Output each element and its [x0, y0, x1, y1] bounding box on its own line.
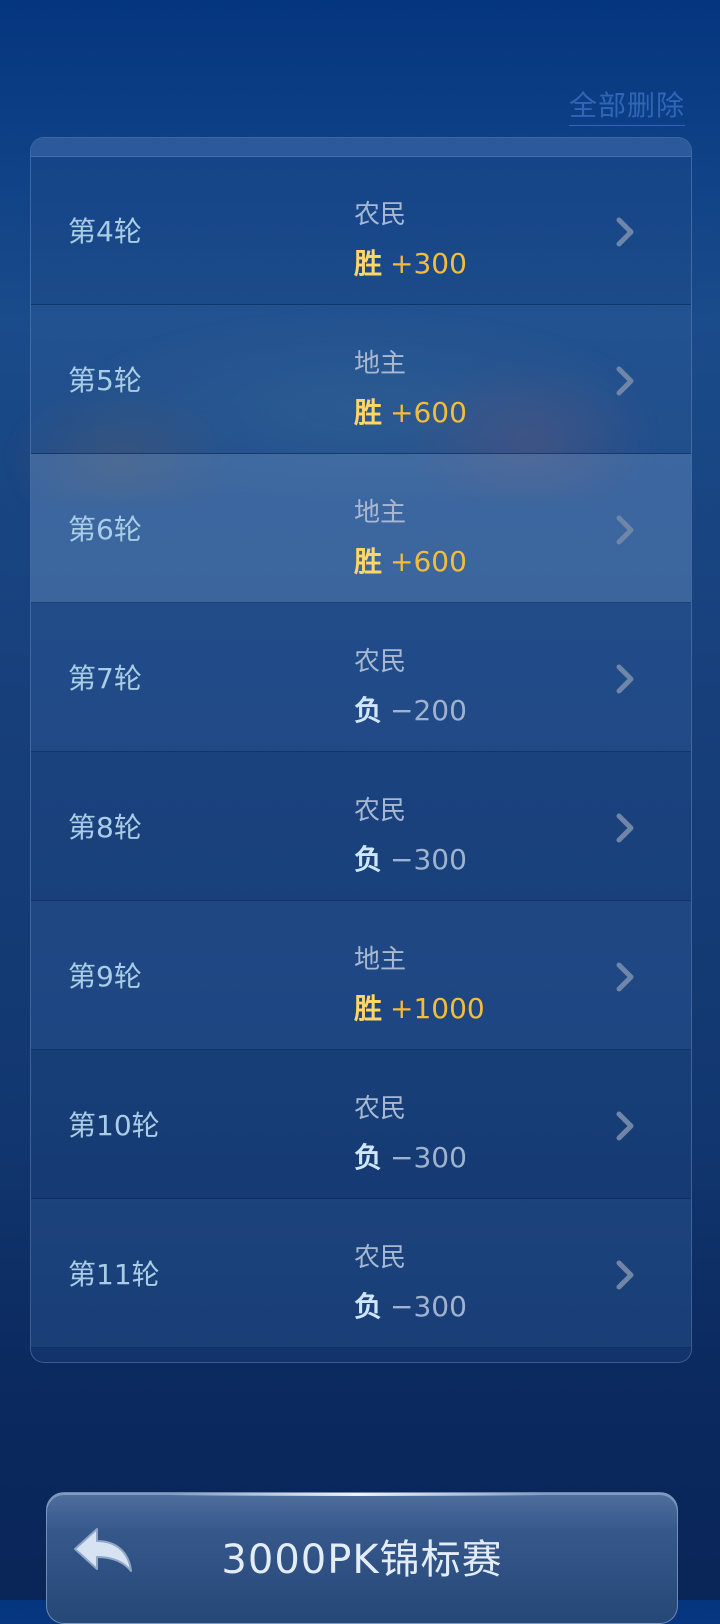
bottom-title-bar: 3000PK锦标赛: [46, 1492, 678, 1624]
result-word: 胜: [354, 396, 383, 429]
score-change: −300: [390, 1290, 467, 1323]
player-role: 农民: [354, 796, 407, 826]
round-number: 第6轮: [68, 513, 142, 546]
chevron-right-icon: [616, 962, 634, 992]
player-role: 地主: [354, 349, 407, 379]
round-result: 负 −300: [354, 1136, 467, 1176]
result-word: 负: [354, 843, 383, 876]
round-number: 第8轮: [68, 811, 142, 844]
round-result: 胜 +600: [354, 540, 467, 580]
list-top-strip: [31, 138, 691, 157]
round-number: 第4轮: [68, 215, 142, 248]
round-number: 第10轮: [68, 1109, 160, 1142]
chevron-right-icon: [616, 1260, 634, 1290]
round-row[interactable]: 第6轮 地主 胜 +600: [31, 454, 691, 603]
bar-highlight: [167, 1493, 547, 1496]
chevron-right-icon: [616, 1111, 634, 1141]
round-row[interactable]: 第9轮 地主 胜 +1000: [31, 901, 691, 1050]
score-change: −300: [390, 843, 467, 876]
delete-all-link[interactable]: 全部删除: [568, 84, 685, 126]
player-role: 农民: [354, 200, 407, 230]
result-word: 负: [354, 1290, 383, 1323]
score-change: +1000: [390, 992, 485, 1025]
round-result: 胜 +300: [354, 242, 467, 282]
chevron-right-icon: [616, 813, 634, 843]
result-word: 负: [354, 1141, 383, 1174]
round-result: 胜 +600: [354, 391, 467, 431]
round-row[interactable]: 第11轮 农民 负 −300: [31, 1199, 691, 1348]
player-role: 农民: [354, 1243, 407, 1273]
round-row[interactable]: 第8轮 农民 负 −300: [31, 752, 691, 901]
score-change: +300: [390, 247, 467, 280]
chevron-right-icon: [616, 664, 634, 694]
result-word: 胜: [354, 545, 383, 578]
round-number: 第9轮: [68, 960, 142, 993]
player-role: 农民: [354, 647, 407, 677]
player-role: 地主: [354, 498, 407, 528]
tournament-title: 3000PK锦标赛: [221, 1537, 503, 1583]
round-result: 负 −200: [354, 689, 467, 729]
chevron-right-icon: [616, 366, 634, 396]
round-history-list: 第4轮 农民 胜 +300 第5轮 地主 胜 +600 第6轮 地主 胜 +600 第…: [30, 137, 692, 1363]
score-change: +600: [390, 545, 467, 578]
result-word: 胜: [354, 247, 383, 280]
score-change: +600: [390, 396, 467, 429]
player-role: 农民: [354, 1094, 407, 1124]
round-row[interactable]: 第10轮 农民 负 −300: [31, 1050, 691, 1199]
chevron-right-icon: [616, 515, 634, 545]
round-row[interactable]: 第5轮 地主 胜 +600: [31, 305, 691, 454]
round-result: 负 −300: [354, 838, 467, 878]
round-row[interactable]: 第4轮 农民 胜 +300: [31, 156, 691, 305]
chevron-right-icon: [616, 217, 634, 247]
result-word: 胜: [354, 992, 383, 1025]
score-change: −200: [390, 694, 467, 727]
result-word: 负: [354, 694, 383, 727]
round-result: 负 −300: [354, 1285, 467, 1325]
player-role: 地主: [354, 945, 407, 975]
round-number: 第5轮: [68, 364, 142, 397]
round-number: 第11轮: [68, 1258, 160, 1291]
round-row[interactable]: 第7轮 农民 负 −200: [31, 603, 691, 752]
round-number: 第7轮: [68, 662, 142, 695]
score-change: −300: [390, 1141, 467, 1174]
round-result: 胜 +1000: [354, 987, 485, 1027]
